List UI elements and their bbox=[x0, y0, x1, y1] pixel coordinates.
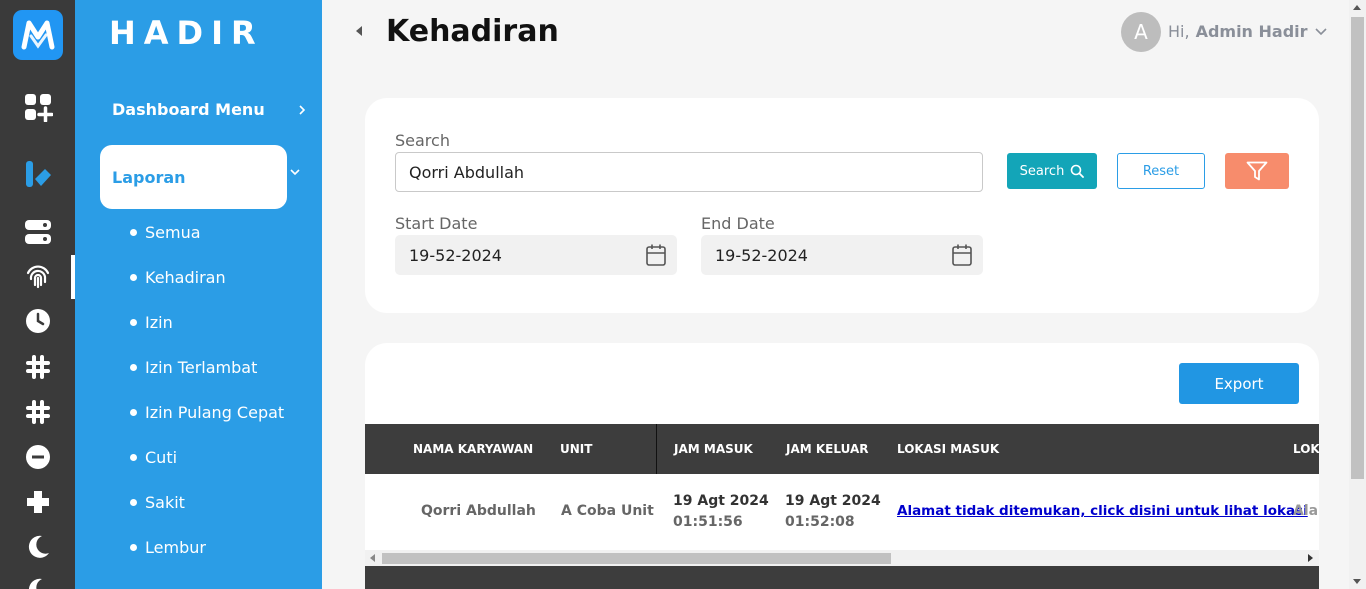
brand-name: HADIR bbox=[109, 14, 264, 52]
end-date-value: 19-52-2024 bbox=[715, 245, 808, 265]
bullet-icon bbox=[130, 229, 137, 236]
bullet-icon bbox=[130, 454, 137, 461]
column-header-nama[interactable]: NAMA KARYAWAN bbox=[413, 442, 533, 456]
search-icon bbox=[1071, 164, 1085, 178]
end-date-input[interactable]: 19-52-2024 bbox=[701, 235, 983, 275]
submenu-item-kehadiran[interactable]: Kehadiran bbox=[130, 268, 226, 287]
column-header-lokasi-keluar[interactable]: LOKA bbox=[1293, 442, 1319, 456]
submenu-item-izin-pulang-cepat[interactable]: Izin Pulang Cepat bbox=[130, 403, 284, 422]
submenu-label: Kehadiran bbox=[145, 268, 226, 287]
scroll-down-icon[interactable] bbox=[1353, 579, 1361, 584]
submenu-label: Semua bbox=[145, 223, 201, 242]
submenu-item-semua[interactable]: Semua bbox=[130, 223, 201, 242]
bullet-icon bbox=[130, 499, 137, 506]
menu-item-laporan-label: Laporan bbox=[112, 167, 186, 187]
menu-item-laporan[interactable]: Laporan bbox=[100, 145, 287, 209]
menu-item-dashboard-label: Dashboard Menu bbox=[112, 100, 265, 119]
server-icon[interactable] bbox=[22, 216, 54, 248]
submenu-item-cuti[interactable]: Cuti bbox=[130, 448, 177, 467]
submenu-label: Lembur bbox=[145, 538, 206, 557]
reset-button[interactable]: Reset bbox=[1117, 153, 1205, 189]
user-name: Admin Hadir bbox=[1195, 22, 1308, 41]
cell-name: Qorri Abdullah bbox=[421, 503, 536, 519]
page-vertical-scrollbar[interactable] bbox=[1349, 0, 1366, 589]
start-date-label: Start Date bbox=[395, 214, 478, 233]
location-in-link[interactable]: Alamat tidak ditemukan, click disini unt… bbox=[897, 503, 1308, 519]
bullet-icon bbox=[130, 544, 137, 551]
cell-unit: A Coba Unit bbox=[561, 503, 654, 519]
bullet-icon bbox=[130, 409, 137, 416]
filter-icon bbox=[1246, 161, 1268, 181]
column-header-jam-masuk[interactable]: JAM MASUK bbox=[674, 442, 753, 456]
filter-card bbox=[365, 98, 1319, 313]
page-title: Kehadiran bbox=[386, 14, 559, 49]
column-header-lokasi-masuk[interactable]: LOKASI MASUK bbox=[897, 442, 999, 456]
column-header-unit[interactable]: UNIT bbox=[560, 442, 592, 456]
scroll-up-icon[interactable] bbox=[1353, 5, 1361, 10]
submenu-label: Cuti bbox=[145, 448, 178, 467]
clock-icon[interactable] bbox=[22, 305, 54, 337]
calendar-icon[interactable] bbox=[645, 243, 667, 267]
cell-location-out: Alan bbox=[1293, 503, 1319, 519]
app-logo-icon[interactable] bbox=[13, 10, 63, 60]
submenu-label: Izin bbox=[145, 313, 173, 332]
search-button-label: Search bbox=[1019, 163, 1065, 179]
submenu-item-izin[interactable]: Izin bbox=[130, 313, 173, 332]
table-header: NAMA KARYAWAN UNIT JAM MASUK JAM KELUAR … bbox=[365, 424, 1319, 474]
brand-b-icon[interactable] bbox=[22, 158, 54, 190]
end-date-label: End Date bbox=[701, 214, 775, 233]
submenu-item-lembur[interactable]: Lembur bbox=[130, 538, 206, 557]
icon-rail bbox=[0, 0, 75, 589]
menu-panel: HADIR Dashboard Menu Laporan Semua Kehad… bbox=[75, 0, 322, 589]
submenu-item-izin-terlambat[interactable]: Izin Terlambat bbox=[130, 358, 257, 377]
column-divider bbox=[656, 424, 657, 474]
submenu-label: Sakit bbox=[145, 493, 185, 512]
chevron-right-icon bbox=[299, 104, 306, 115]
submenu-item-sakit[interactable]: Sakit bbox=[130, 493, 185, 512]
hashtag-icon[interactable] bbox=[22, 351, 54, 383]
calendar-icon[interactable] bbox=[951, 243, 973, 267]
column-header-jam-keluar[interactable]: JAM KELUAR bbox=[786, 442, 869, 456]
user-menu[interactable]: Hi, Admin Hadir bbox=[1168, 22, 1328, 41]
fingerprint-icon[interactable] bbox=[22, 260, 54, 292]
table-footer bbox=[365, 566, 1319, 589]
search-label: Search bbox=[395, 131, 450, 150]
search-input[interactable] bbox=[395, 152, 983, 192]
scroll-right-icon[interactable] bbox=[1308, 554, 1313, 562]
app-grid-icon[interactable] bbox=[22, 91, 54, 123]
scrollbar-thumb[interactable] bbox=[382, 553, 891, 564]
chevron-down-icon bbox=[290, 169, 300, 176]
start-date-input[interactable]: 19-52-2024 bbox=[395, 235, 677, 275]
plus-icon[interactable] bbox=[22, 486, 54, 518]
bullet-icon bbox=[130, 274, 137, 281]
cell-in-date: 19 Agt 2024 bbox=[673, 493, 769, 509]
avatar[interactable]: A bbox=[1121, 12, 1161, 52]
cell-in-time: 01:51:56 bbox=[673, 514, 743, 530]
menu-item-dashboard[interactable]: Dashboard Menu bbox=[112, 100, 307, 119]
chevron-down-icon bbox=[1314, 27, 1327, 35]
cell-out-time: 01:52:08 bbox=[785, 514, 855, 530]
collapse-sidebar-icon[interactable] bbox=[356, 26, 362, 36]
filter-button[interactable] bbox=[1225, 153, 1289, 189]
user-greeting: Hi, bbox=[1168, 22, 1190, 41]
minus-circle-icon[interactable] bbox=[22, 441, 54, 473]
moon-icon[interactable] bbox=[22, 574, 54, 589]
search-button[interactable]: Search bbox=[1007, 153, 1097, 189]
start-date-value: 19-52-2024 bbox=[409, 245, 502, 265]
bullet-icon bbox=[130, 319, 137, 326]
cell-out-date: 19 Agt 2024 bbox=[785, 493, 881, 509]
scrollbar-thumb[interactable] bbox=[1351, 17, 1364, 479]
table-horizontal-scrollbar[interactable] bbox=[365, 550, 1319, 566]
moon-icon[interactable] bbox=[22, 531, 54, 563]
export-button[interactable]: Export bbox=[1179, 363, 1299, 404]
table-row[interactable]: Qorri Abdullah A Coba Unit 19 Agt 2024 0… bbox=[365, 474, 1319, 550]
scroll-left-icon[interactable] bbox=[370, 554, 375, 562]
submenu-label: Izin Terlambat bbox=[145, 358, 258, 377]
submenu-label: Izin Pulang Cepat bbox=[145, 403, 285, 422]
bullet-icon bbox=[130, 364, 137, 371]
hashtag-icon[interactable] bbox=[22, 396, 54, 428]
